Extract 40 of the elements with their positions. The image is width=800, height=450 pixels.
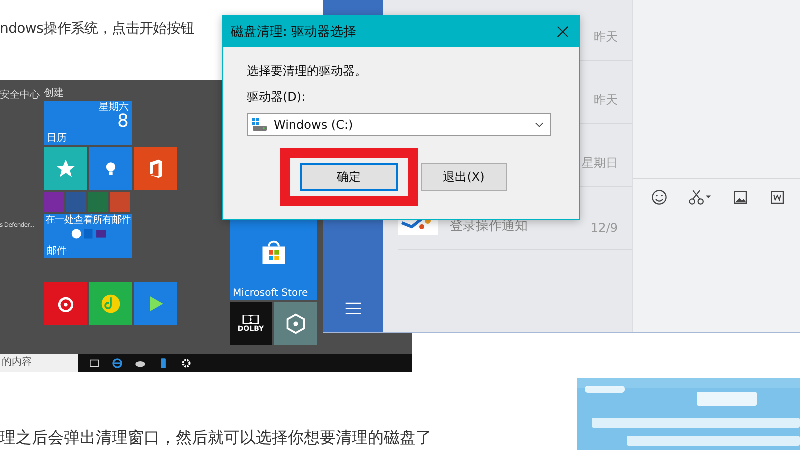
dolby-logo-icon <box>242 314 260 325</box>
image-icon[interactable] <box>732 189 749 206</box>
app-tile[interactable] <box>89 147 132 190</box>
article-text: 理之后会弹出清理窗口，然后就可以选择你想要清理的磁盘了 <box>0 428 432 449</box>
powerpoint-tile[interactable] <box>110 192 130 212</box>
app-tile[interactable] <box>134 147 177 190</box>
drive-icon <box>252 118 268 132</box>
document-icon[interactable] <box>769 189 786 206</box>
exit-button[interactable]: 退出(X) <box>421 163 507 191</box>
excel-tile[interactable] <box>88 192 108 212</box>
app-tile[interactable] <box>134 282 177 325</box>
close-icon[interactable] <box>557 26 569 38</box>
scissors-icon[interactable] <box>688 189 712 206</box>
word-tile[interactable] <box>66 192 86 212</box>
article-text: ndows操作系统，点击开始按钮 <box>0 20 194 38</box>
smiley-icon[interactable] <box>651 189 668 206</box>
dialog-title: 磁盘清理: 驱动器选择 <box>231 24 357 40</box>
field-label: 驱动器(D): <box>247 89 307 105</box>
star-icon <box>54 158 76 180</box>
app-tile[interactable] <box>89 282 132 325</box>
app-tile[interactable] <box>44 282 87 325</box>
drive-dropdown[interactable]: Windows (C:) <box>247 113 551 136</box>
browser-icon[interactable] <box>111 356 124 370</box>
ok-button[interactable]: 确定 <box>300 163 398 191</box>
hexagon-icon <box>284 312 306 334</box>
app-tile[interactable] <box>274 302 317 345</box>
taskbar-search-field[interactable]: 的内容 <box>0 354 78 372</box>
app-list-item[interactable]: 安全中心 <box>0 88 40 102</box>
mail-apps-icon <box>69 228 107 240</box>
music-disc-icon <box>100 292 122 314</box>
calendar-tile[interactable]: 星期六 8 日历 <box>44 101 132 145</box>
mail-tile[interactable]: 在一处查看所有邮件 邮件 <box>44 214 132 258</box>
store-tile[interactable]: Microsoft Store <box>230 220 317 300</box>
dialog-prompt: 选择要清理的驱动器。 <box>247 63 368 79</box>
tile-group-title: 创建 <box>44 86 65 99</box>
menu-icon[interactable] <box>345 302 362 315</box>
app-tile[interactable] <box>44 147 87 190</box>
settings-icon[interactable] <box>180 356 193 370</box>
onenote-tile[interactable] <box>44 192 64 212</box>
chevron-down-icon <box>535 122 544 128</box>
